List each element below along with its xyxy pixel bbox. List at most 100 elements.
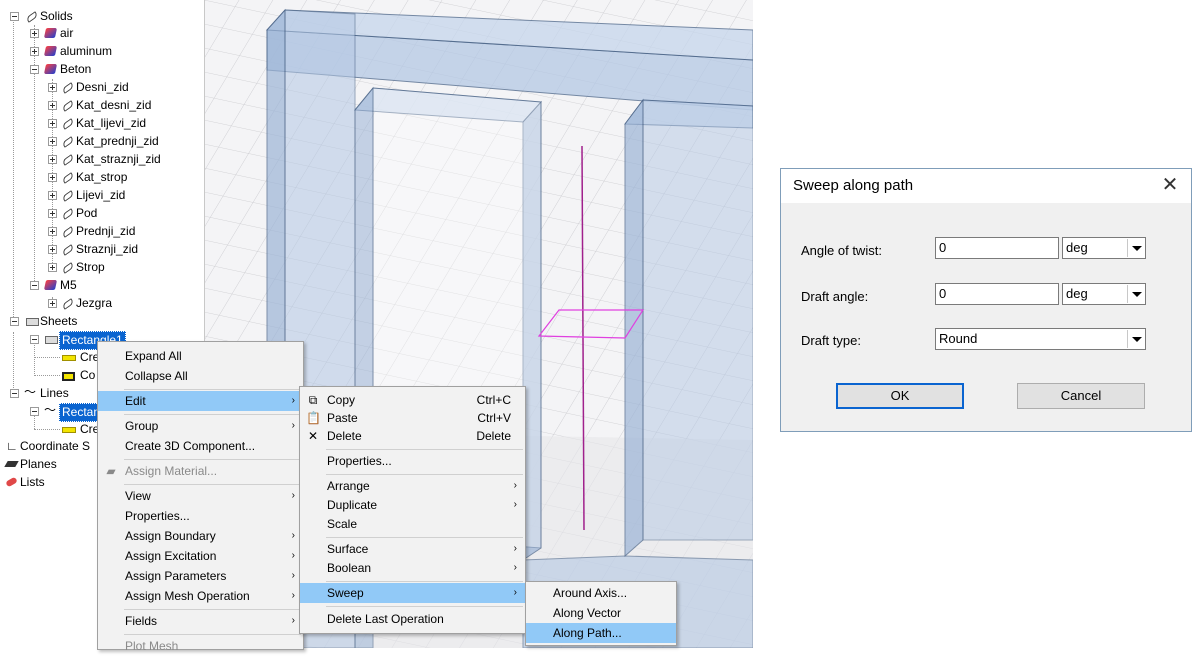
collapse-icon[interactable]: [30, 65, 39, 74]
pencil-icon: [61, 118, 75, 130]
menu-item-assign-boundary[interactable]: Assign Boundary ›: [98, 526, 303, 546]
expand-icon[interactable]: [48, 83, 57, 92]
menu-item-edit[interactable]: Edit ›: [98, 391, 303, 411]
delete-icon: ✕: [307, 429, 319, 443]
menu-separator: [326, 449, 523, 450]
collapse-icon[interactable]: [10, 12, 19, 21]
chevron-right-icon: ›: [513, 562, 517, 573]
dialog-title: Sweep along path: [793, 177, 914, 194]
material-icon: ▰: [106, 464, 116, 478]
menu-item-plot-mesh[interactable]: Plot Mesh: [98, 636, 303, 656]
menu-item-properties[interactable]: Properties...: [300, 451, 525, 471]
menu-item-copy[interactable]: ⧉ Copy Ctrl+C: [300, 390, 525, 410]
menu-item-delete-last-operation[interactable]: Delete Last Operation: [300, 609, 525, 629]
menu-item-view[interactable]: View ›: [98, 486, 303, 506]
pencil-icon: [61, 262, 75, 274]
menu-item-around-axis[interactable]: Around Axis...: [526, 583, 676, 603]
expand-icon[interactable]: [48, 245, 57, 254]
collapse-icon[interactable]: [30, 281, 39, 290]
pencil-icon: [61, 172, 75, 184]
expand-icon[interactable]: [48, 263, 57, 272]
chevron-down-icon[interactable]: [1127, 330, 1144, 348]
draft-unit-select[interactable]: deg: [1062, 283, 1146, 305]
chevron-right-icon: ›: [513, 543, 517, 554]
chevron-down-icon[interactable]: [1127, 239, 1144, 257]
menu-item-expand-all[interactable]: Expand All: [98, 346, 303, 366]
tree-context-menu: Expand All Collapse All Edit › Group › Cre…: [97, 341, 304, 653]
menu-separator: [124, 609, 301, 610]
chevron-right-icon: ›: [291, 550, 295, 561]
ok-button[interactable]: OK: [836, 383, 964, 409]
menu-item-boolean[interactable]: Boolean ›: [300, 558, 525, 578]
menu-item-assign-mesh-operation[interactable]: Assign Mesh Operation ›: [98, 586, 303, 606]
collapse-icon[interactable]: [30, 335, 39, 344]
chevron-right-icon: ›: [513, 499, 517, 510]
solid-material-icon: [43, 28, 58, 38]
menu-separator: [124, 459, 301, 460]
menu-separator: [326, 474, 523, 475]
menu-item-along-vector[interactable]: Along Vector: [526, 603, 676, 623]
menu-item-along-path[interactable]: Along Path...: [526, 623, 676, 643]
menu-item-delete[interactable]: ✕ Delete Delete: [300, 426, 525, 446]
lists-icon: [5, 476, 18, 488]
chevron-right-icon: ›: [291, 530, 295, 541]
menu-item-assign-material[interactable]: ▰ Assign Material...: [98, 461, 303, 481]
draft-type-select[interactable]: Round: [935, 328, 1146, 350]
menu-item-paste[interactable]: 📋 Paste Ctrl+V: [300, 408, 525, 428]
expand-icon[interactable]: [48, 137, 57, 146]
close-icon[interactable]: ✕: [1157, 171, 1183, 199]
solid-material-icon: [43, 46, 58, 56]
menu-item-duplicate[interactable]: Duplicate ›: [300, 495, 525, 515]
menu-item-assign-excitation[interactable]: Assign Excitation ›: [98, 546, 303, 566]
pencil-icon: [61, 154, 75, 166]
collapse-icon[interactable]: [10, 317, 19, 326]
draft-type-label: Draft type:: [801, 333, 861, 348]
cover-icon: [62, 372, 75, 381]
expand-icon[interactable]: [48, 299, 57, 308]
draft-angle-input[interactable]: 0: [935, 283, 1059, 305]
expand-icon[interactable]: [48, 173, 57, 182]
pencil-icon: [61, 298, 75, 310]
twist-unit-select[interactable]: deg: [1062, 237, 1146, 259]
expand-icon[interactable]: [30, 47, 39, 56]
expand-icon[interactable]: [48, 209, 57, 218]
expand-icon[interactable]: [48, 191, 57, 200]
chevron-right-icon: ›: [291, 570, 295, 581]
menu-item-sweep[interactable]: Sweep ›: [300, 583, 525, 603]
pencil-icon: [61, 208, 75, 220]
menu-item-surface[interactable]: Surface ›: [300, 539, 525, 559]
pencil-icon: [61, 190, 75, 202]
menu-item-collapse-all[interactable]: Collapse All: [98, 366, 303, 386]
expand-icon[interactable]: [48, 227, 57, 236]
dialog-titlebar: Sweep along path ✕: [781, 169, 1191, 203]
expand-icon[interactable]: [48, 101, 57, 110]
right-pillar-front: [642, 99, 753, 541]
expand-icon[interactable]: [48, 155, 57, 164]
menu-separator: [326, 537, 523, 538]
pencil-icon: [61, 226, 75, 238]
cancel-button[interactable]: Cancel: [1017, 383, 1145, 409]
chevron-down-icon[interactable]: [1127, 285, 1144, 303]
menu-item-arrange[interactable]: Arrange ›: [300, 476, 525, 496]
menu-item-assign-parameters[interactable]: Assign Parameters ›: [98, 566, 303, 586]
line-icon: 〜: [24, 385, 37, 399]
menu-item-group[interactable]: Group ›: [98, 416, 303, 436]
menu-item-scale[interactable]: Scale: [300, 514, 525, 534]
menu-separator: [124, 634, 301, 635]
angle-of-twist-input[interactable]: 0: [935, 237, 1059, 259]
collapse-icon[interactable]: [30, 407, 39, 416]
create-icon: [62, 355, 76, 361]
expand-icon[interactable]: [48, 119, 57, 128]
menu-item-properties[interactable]: Properties...: [98, 506, 303, 526]
twist-unit-value: deg: [1066, 240, 1088, 255]
pencil-icon: [61, 244, 75, 256]
menu-separator: [326, 581, 523, 582]
line-icon: 〜: [44, 403, 57, 417]
copy-icon: ⧉: [308, 393, 318, 407]
expand-icon[interactable]: [30, 29, 39, 38]
collapse-icon[interactable]: [10, 389, 19, 398]
menu-item-create-3d-component[interactable]: Create 3D Component...: [98, 436, 303, 456]
menu-item-fields[interactable]: Fields ›: [98, 611, 303, 631]
chevron-right-icon: ›: [291, 615, 295, 626]
coordinate-system-icon: ∟: [6, 439, 18, 453]
